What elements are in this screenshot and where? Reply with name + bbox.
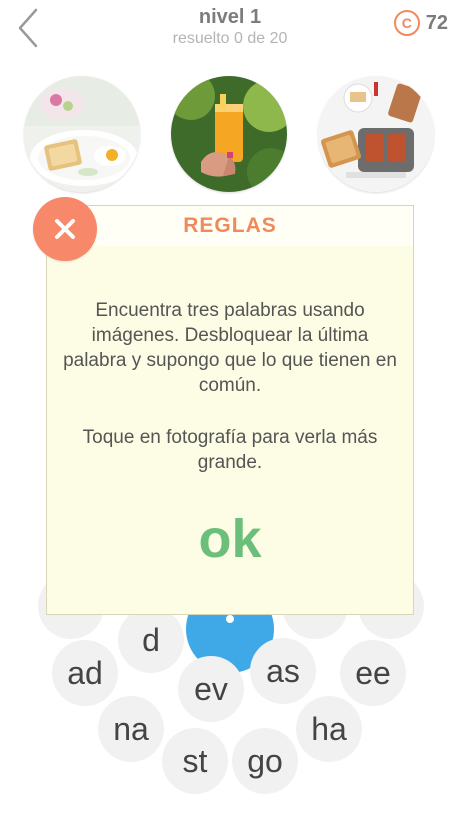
- letter-bubble[interactable]: ad: [52, 640, 118, 706]
- toaster-image: [318, 76, 434, 192]
- modal-header: REGLAS: [47, 206, 413, 246]
- letter-bubble[interactable]: na: [98, 696, 164, 762]
- ok-button[interactable]: ok: [47, 508, 413, 570]
- coin-icon: C: [393, 10, 420, 36]
- letter-bubble[interactable]: ha: [296, 696, 362, 762]
- letter-bubble[interactable]: as: [250, 638, 316, 704]
- letter-bubble[interactable]: go: [232, 728, 298, 794]
- hint-text: Toque en fotografía para verla más grand…: [82, 427, 378, 473]
- letter-bubble[interactable]: ev: [178, 656, 244, 722]
- photo-breakfast[interactable]: [24, 76, 140, 192]
- progress-text: resuelto 0 de 20: [172, 30, 288, 47]
- letter-bubble[interactable]: st: [162, 728, 228, 794]
- photo-juice[interactable]: [171, 76, 287, 192]
- game-screen: nivel 1 resuelto 0 de 20 C 72 d ad ev as…: [0, 0, 460, 818]
- breakfast-image: [24, 76, 140, 192]
- close-icon: [55, 219, 75, 239]
- photo-toaster[interactable]: [318, 76, 434, 192]
- juice-image: [171, 76, 287, 192]
- letter-bubble[interactable]: ee: [340, 640, 406, 706]
- coins-counter[interactable]: C 72: [393, 10, 448, 36]
- level-title: nivel 1: [198, 6, 262, 28]
- coin-count: 72: [425, 11, 448, 34]
- letter-bubble[interactable]: d: [118, 607, 184, 673]
- rules-text: Encuentra tres palabras usando imágenes.…: [63, 300, 397, 396]
- modal-title: REGLAS: [183, 214, 277, 237]
- rules-modal: REGLAS Encuentra tres palabras usando im…: [46, 205, 414, 615]
- close-button[interactable]: [33, 197, 97, 261]
